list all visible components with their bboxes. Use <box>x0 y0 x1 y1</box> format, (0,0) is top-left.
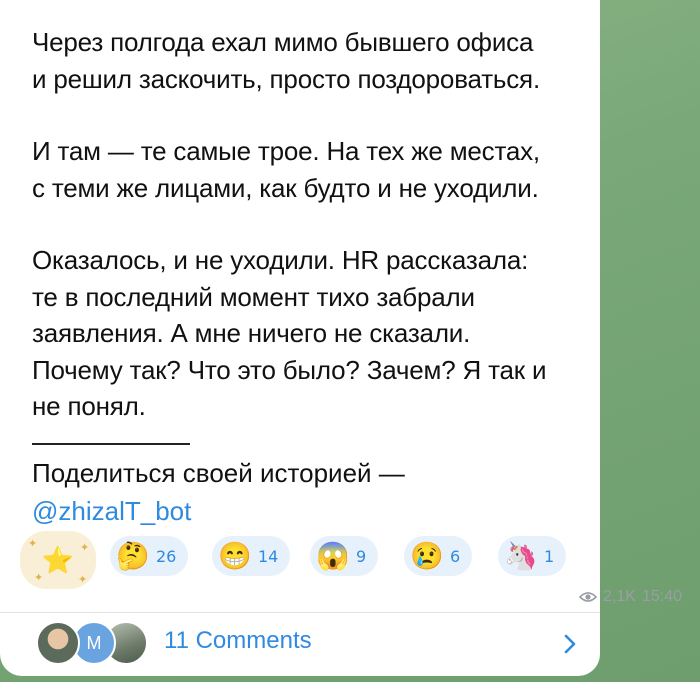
reaction-count: 26 <box>156 546 177 566</box>
message-paragraph-2: И там — те самые трое. На тех же местах,… <box>32 136 540 203</box>
grinning-face-icon: 😁 <box>218 541 252 571</box>
message-time: 15:40 <box>641 588 682 605</box>
comments-button[interactable]: M 11 Comments <box>0 613 600 673</box>
message-text: Через полгода ехал мимо бывшего офиса и … <box>32 24 588 461</box>
separator-line <box>32 443 190 445</box>
bot-link[interactable]: @zhizalT_bot <box>32 493 191 529</box>
avatar <box>36 621 80 665</box>
message-paragraph-1: Через полгода ехал мимо бывшего офиса и … <box>32 27 540 94</box>
share-story-text: Поделиться своей историей — <box>32 458 405 488</box>
reaction-count: 1 <box>544 546 555 566</box>
comments-label: 11 Comments <box>164 627 312 654</box>
star-icon: ⭐ <box>41 544 75 575</box>
sparkle-icon: ✦ <box>28 538 38 550</box>
sparkle-icon: ✦ <box>34 572 44 584</box>
reaction-cry[interactable]: 😢 6 <box>404 536 473 576</box>
message-meta: 2,1K 15:40 <box>579 588 682 606</box>
thinking-face-icon: 🤔 <box>116 541 150 571</box>
crying-face-icon: 😢 <box>410 541 444 571</box>
sparkle-icon: ✦ <box>78 574 88 586</box>
reaction-thinking[interactable]: 🤔 26 <box>110 536 189 576</box>
view-count: 2,1K <box>603 588 636 605</box>
reaction-unicorn[interactable]: 🦄 1 <box>498 536 567 576</box>
message-paragraph-3: Оказалось, и не уходили. HR рассказала: … <box>32 245 547 421</box>
sparkle-icon: ✦ <box>80 542 90 554</box>
reaction-count: 9 <box>356 546 367 566</box>
eye-icon <box>579 592 598 602</box>
avatar-initial: M <box>86 632 102 653</box>
reaction-scream[interactable]: 😱 9 <box>310 536 379 576</box>
reaction-count: 14 <box>258 546 279 566</box>
reactions-bar: ⭐ ✦ ✦ ✦ ✦ 🤔 26 😁 14 😱 9 😢 6 🦄 1 <box>0 531 600 589</box>
reaction-count: 6 <box>450 546 461 566</box>
paid-star-reaction[interactable]: ⭐ ✦ ✦ ✦ ✦ <box>20 531 96 589</box>
screaming-face-icon: 😱 <box>316 541 350 571</box>
unicorn-icon: 🦄 <box>504 541 538 571</box>
chevron-right-icon <box>564 634 576 654</box>
reaction-grin[interactable]: 😁 14 <box>212 536 291 576</box>
